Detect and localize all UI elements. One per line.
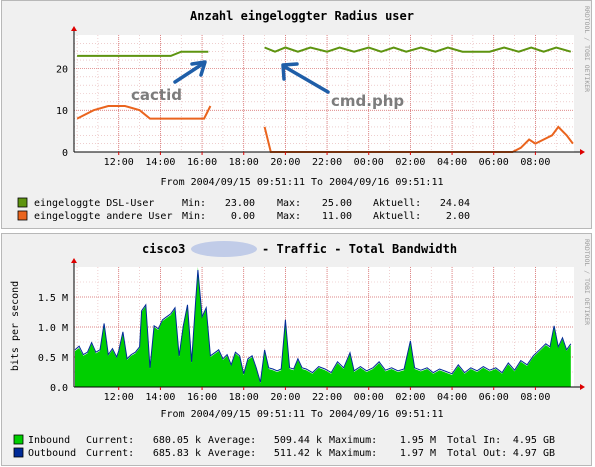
legend-current-label: Current: [86,448,134,459]
chart2-xtick: 18:00 [229,392,259,403]
chart2-xtick: 04:00 [437,392,467,403]
chart1-xtick: 02:00 [395,157,425,168]
chart1-xtick: 16:00 [187,157,217,168]
legend-max-label: Maximum: [329,435,377,446]
chart1-y-ticks: 0 10 20 [56,64,68,159]
chart1-legend: eingeloggte DSL-User Min: 23.00 Max: 25.… [17,197,470,222]
x-axis-arrow [580,149,585,155]
chart2-xtick: 16:00 [187,392,217,403]
chart2-xtick: 20:00 [270,392,300,403]
chart1-title: Anzahl eingeloggter Radius user [190,9,414,23]
legend-current-label: Current: [86,435,134,446]
legend-max: 11.00 [322,211,352,222]
radius-users-graph: Anzahl eingeloggter Radius user RRDTOOL … [1,0,592,229]
legend-min: 0.00 [231,211,255,222]
legend-cur: 2.00 [446,211,470,222]
chart2-watermark: RRDTOOL / TOBI OETIKER [583,239,591,325]
legend-avg-label: Average: [208,448,256,459]
chart1-watermark: RRDTOOL / TOBI OETIKER [583,6,591,92]
legend-min-label: Min: [182,211,206,222]
chart2-ytick: 1.5 M [38,293,68,304]
legend-label: Inbound [28,435,70,446]
legend-cur: 24.04 [440,198,470,209]
chart1-xtick: 04:00 [437,157,467,168]
chart2-ytick: 0.5 M [38,353,68,364]
chart2-y-ticks: 0.0 0.5 M 1.0 M 1.5 M [38,293,68,394]
chart1-xtick: 14:00 [145,157,175,168]
chart2-xtick: 02:00 [395,392,425,403]
chart2-xtick: 08:00 [520,392,550,403]
chart2-xtick: 00:00 [354,392,384,403]
chart2-x-ticks: 12:00 14:00 16:00 18:00 20:00 22:00 00:0… [104,392,551,403]
legend-current: 680.05 k [153,435,201,446]
traffic-graph: cisco3 - Traffic - Total Bandwidth RRDTO… [1,233,592,466]
legend-avg-label: Average: [208,435,256,446]
chart1-xtick: 22:00 [312,157,342,168]
legend-max-label: Maximum: [329,448,377,459]
chart1-period: From 2004/09/15 09:51:11 To 2004/09/16 0… [161,177,444,188]
legend-current: 685.83 k [153,448,201,459]
chart2-ylabel: bits per second [10,281,21,371]
legend-total: 4.97 GB [513,448,555,459]
radius-users-chart: Anzahl eingeloggter Radius user RRDTOOL … [17,6,591,222]
legend-max: 25.00 [322,198,352,209]
legend-min-label: Min: [182,198,206,209]
legend-label: eingeloggte andere User [34,211,172,222]
y-axis-arrow [71,26,77,31]
chart2-xtick: 14:00 [145,392,175,403]
legend-total: 4.95 GB [513,435,555,446]
legend-swatch-dsl [17,197,28,208]
chart1-ytick: 0 [62,148,68,159]
chart1-xtick: 06:00 [479,157,509,168]
legend-max: 1.95 M [400,435,436,446]
chart1-x-ticks: 12:00 14:00 16:00 18:00 20:00 22:00 00:0… [104,157,551,168]
legend-total-label: Total Out: [447,448,507,459]
legend-swatch-other [17,210,28,221]
chart1-xtick: 00:00 [354,157,384,168]
chart2-title-prefix: cisco3 [142,242,185,256]
chart1-xtick: 18:00 [229,157,259,168]
legend-avg: 511.42 k [274,448,322,459]
legend-cur-label: Aktuell: [373,198,421,209]
chart2-legend: Inbound Current: 680.05 k Average: 509.4… [13,434,555,459]
chart1-xtick: 08:00 [520,157,550,168]
annotation-cactid: cactid [131,86,182,104]
legend-max-label: Max: [277,198,301,209]
chart2-ytick: 1.0 M [38,323,68,334]
y-axis-arrow [71,258,77,263]
chart2-xtick: 12:00 [104,392,134,403]
chart1-xtick: 12:00 [104,157,134,168]
legend-cur-label: Aktuell: [373,211,421,222]
chart2-ytick: 0.0 [50,383,68,394]
legend-avg: 509.44 k [274,435,322,446]
legend-label: Outbound [28,448,76,459]
legend-max-label: Max: [277,211,301,222]
chart1-xtick: 20:00 [270,157,300,168]
chart2-xtick: 06:00 [479,392,509,403]
traffic-chart: cisco3 - Traffic - Total Bandwidth RRDTO… [10,239,591,459]
x-axis-arrow [580,384,585,390]
legend-label: eingeloggte DSL-User [34,198,154,209]
legend-swatch-inbound [13,434,24,445]
chart2-xtick: 22:00 [312,392,342,403]
legend-min: 23.00 [225,198,255,209]
legend-swatch-outbound [13,447,24,458]
chart1-ytick: 10 [56,106,68,117]
chart2-period: From 2004/09/15 09:51:11 To 2004/09/16 0… [161,409,444,420]
annotation-cmd-php: cmd.php [331,92,404,110]
redaction-blur [191,241,257,257]
legend-max: 1.97 M [400,448,436,459]
chart1-ytick: 20 [56,64,68,75]
legend-total-label: Total In: [447,435,501,446]
chart2-title-suffix: - Traffic - Total Bandwidth [262,242,457,256]
